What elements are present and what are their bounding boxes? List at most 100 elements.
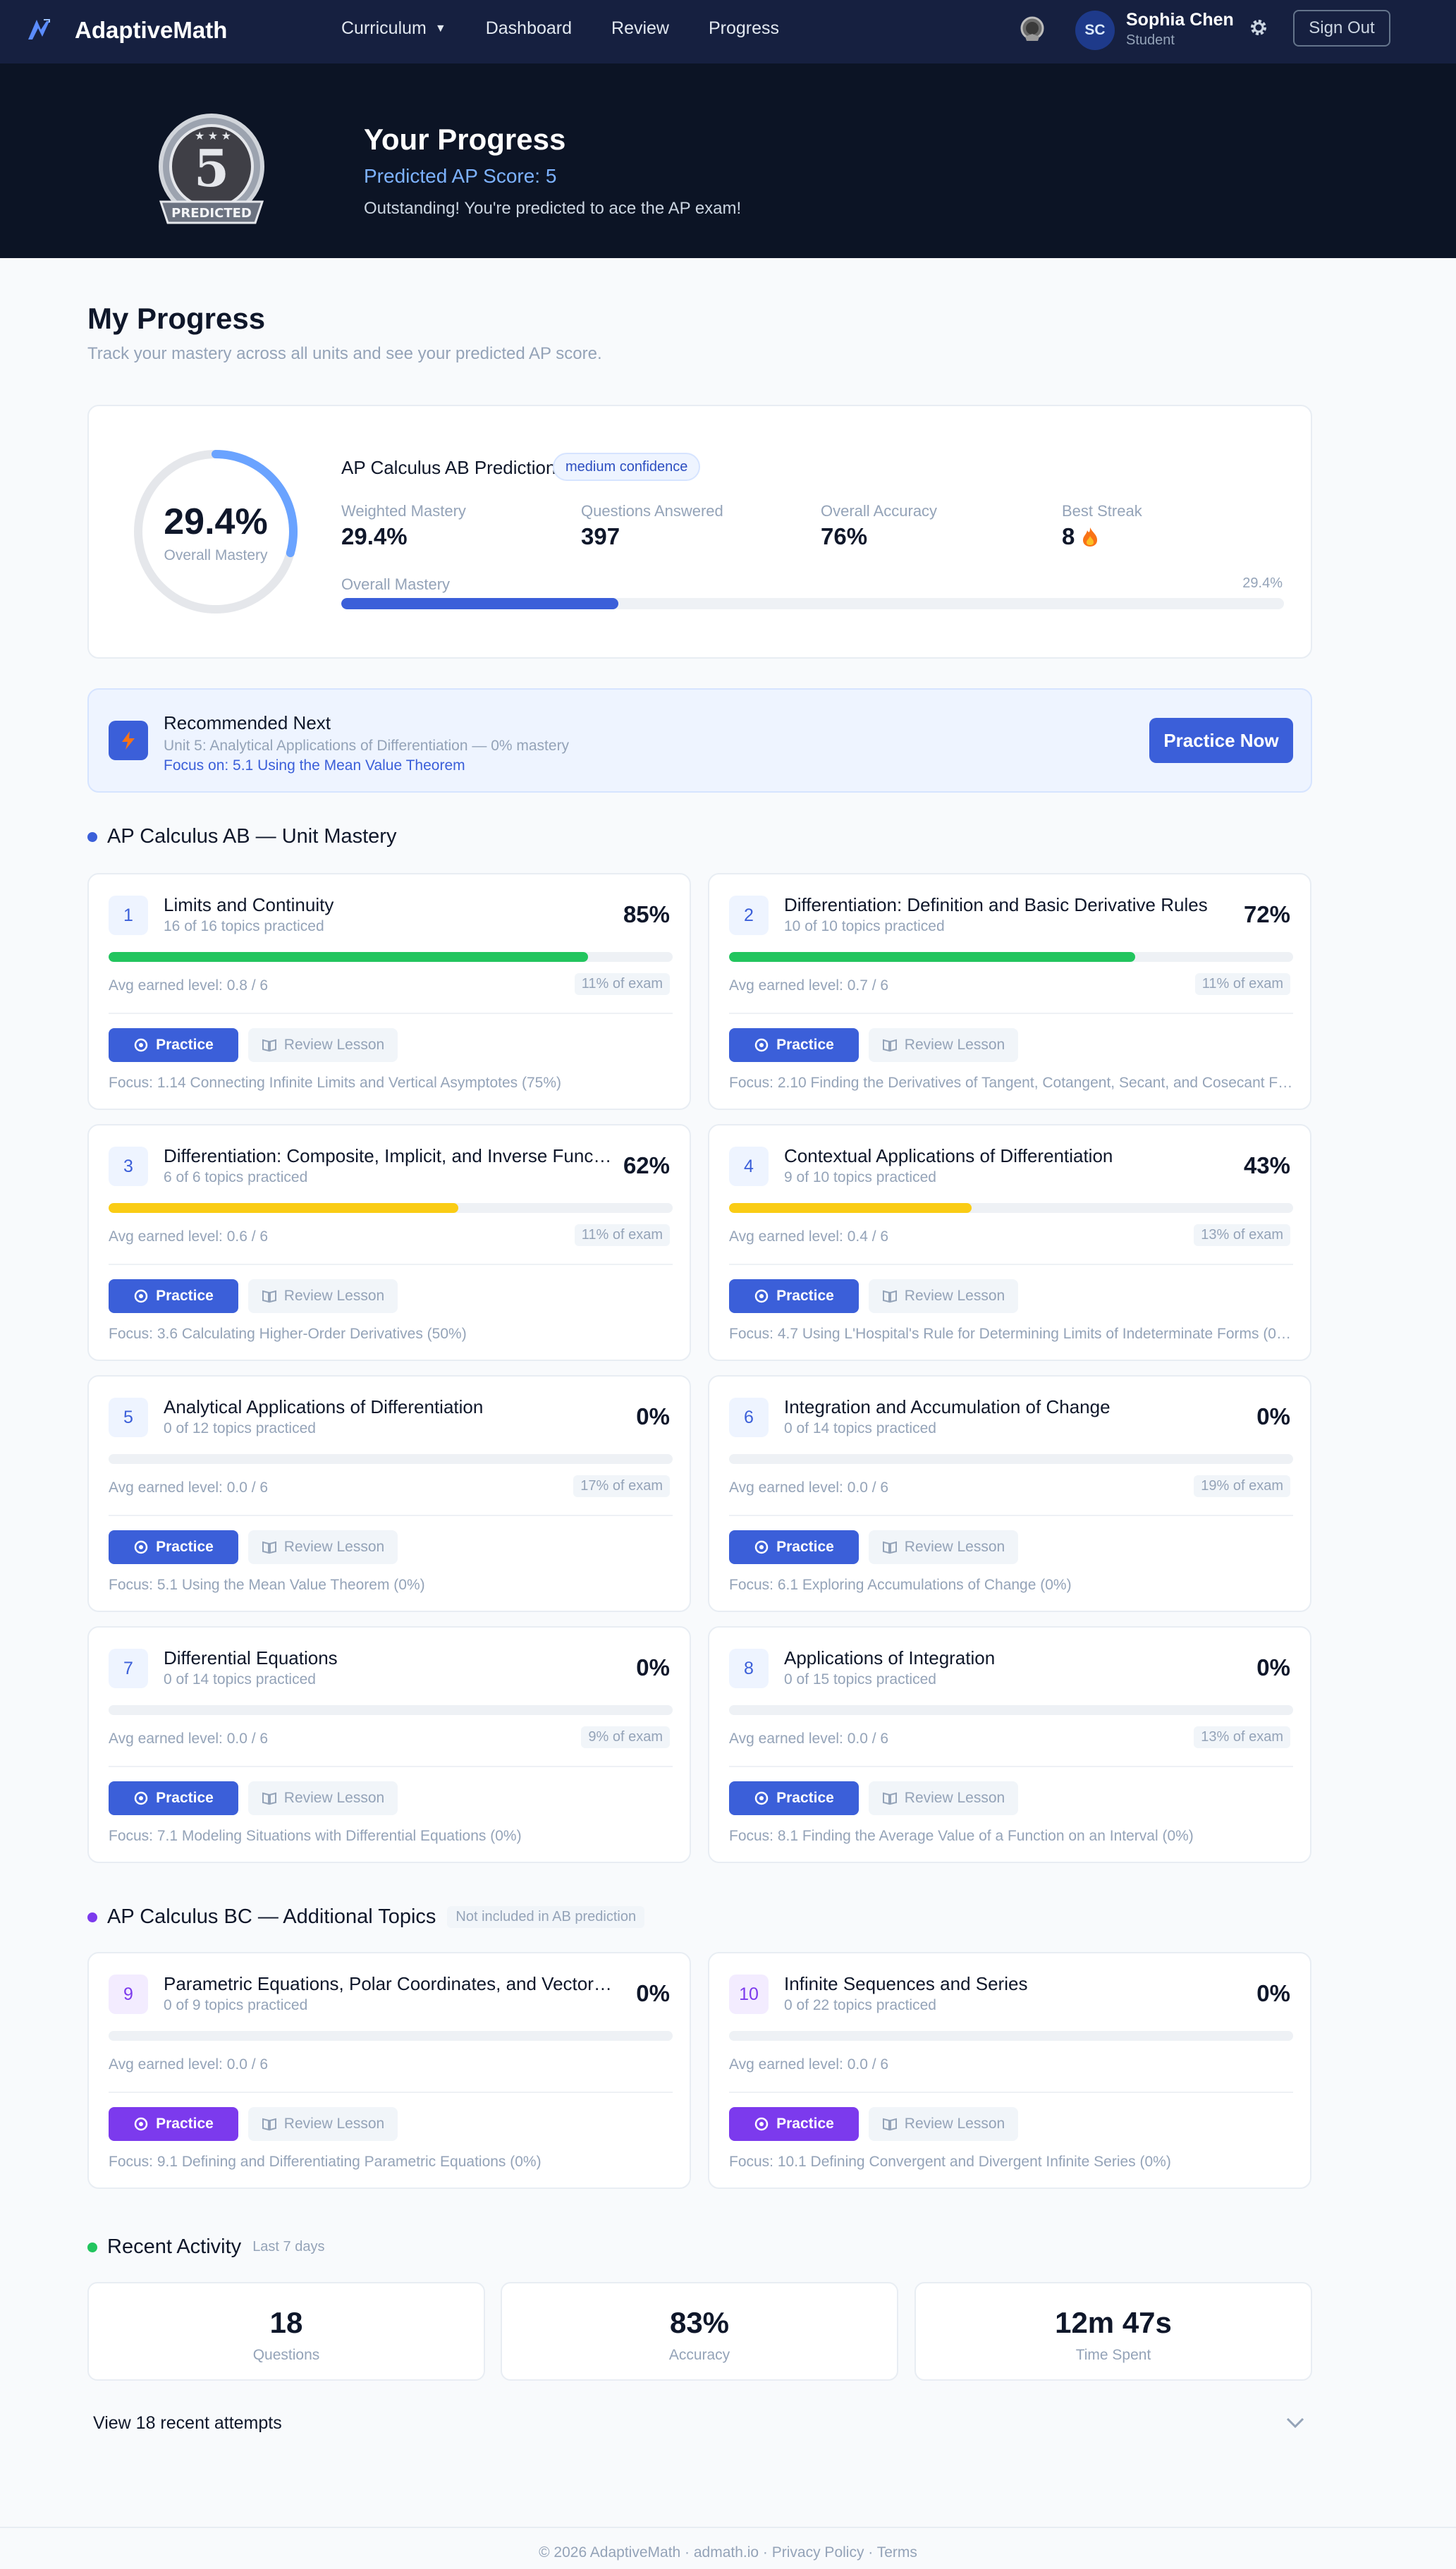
unit-avg-level: Avg earned level: 0.7 / 6 bbox=[729, 977, 889, 994]
unit-mastery-pct: 43% bbox=[1243, 1152, 1290, 1178]
unit-mastery-bar bbox=[109, 1705, 673, 1715]
review-lesson-button[interactable]: Review Lesson bbox=[248, 1279, 398, 1313]
section-title: AP Calculus AB — Unit Mastery bbox=[107, 825, 397, 848]
target-icon bbox=[134, 1791, 148, 1805]
unit-mastery-bar bbox=[109, 1454, 673, 1464]
unit-card: 7 Differential Equations 0 of 14 topics pr… bbox=[87, 1626, 691, 1863]
chevron-down-icon[interactable] bbox=[1285, 2412, 1306, 2433]
unit-avg-level: Avg earned level: 0.0 / 6 bbox=[109, 1731, 269, 1747]
avatar[interactable]: SC bbox=[1075, 11, 1115, 50]
divider bbox=[109, 1264, 673, 1265]
unit-avg-level: Avg earned level: 0.4 / 6 bbox=[729, 1228, 889, 1245]
nav-review[interactable]: Review bbox=[611, 18, 669, 39]
section-dot bbox=[87, 2242, 97, 2252]
recent-stat-value: 83% bbox=[669, 2306, 730, 2339]
recommended-focus[interactable]: Focus on: 5.1 Using the Mean Value Theor… bbox=[164, 757, 465, 774]
review-lesson-button[interactable]: Review Lesson bbox=[248, 1781, 398, 1815]
practice-button[interactable]: Practice bbox=[109, 1028, 238, 1062]
review-lesson-button[interactable]: Review Lesson bbox=[869, 1279, 1018, 1313]
section-dot bbox=[87, 1912, 97, 1922]
review-lesson-button[interactable]: Review Lesson bbox=[869, 1781, 1018, 1815]
target-icon bbox=[754, 1791, 769, 1805]
practice-now-button[interactable]: Practice Now bbox=[1149, 718, 1293, 763]
divider bbox=[109, 1515, 673, 1516]
unit-card: 9 Parametric Equations, Polar Coordinates… bbox=[87, 1952, 691, 2189]
unit-number: 4 bbox=[729, 1147, 769, 1186]
unit-card: 4 Contextual Applications of Differentiat… bbox=[708, 1124, 1311, 1361]
unit-mastery-pct: 0% bbox=[636, 1980, 670, 2006]
unit-mastery-fill bbox=[729, 952, 1135, 962]
logo-icon[interactable] bbox=[25, 16, 52, 42]
unit-exam-weight: 11% of exam bbox=[574, 1224, 670, 1246]
practice-button[interactable]: Practice bbox=[729, 2107, 859, 2141]
book-icon bbox=[262, 1039, 276, 1052]
unit-mastery-pct: 0% bbox=[1256, 1980, 1290, 2006]
unit-mastery-bar bbox=[729, 1203, 1293, 1213]
unit-mastery-bar bbox=[729, 952, 1293, 962]
unit-title: Analytical Applications of Differentiati… bbox=[164, 1396, 484, 1417]
unit-exam-weight: 13% of exam bbox=[1194, 1224, 1290, 1246]
unit-card: 8 Applications of Integration 0 of 15 topi… bbox=[708, 1626, 1311, 1863]
bolt-icon bbox=[109, 721, 148, 760]
unit-exam-weight: 11% of exam bbox=[1194, 973, 1290, 995]
nav-curriculum[interactable]: Curriculum ▼ bbox=[341, 18, 446, 39]
practice-button[interactable]: Practice bbox=[729, 1530, 859, 1564]
brand-name[interactable]: AdaptiveMath bbox=[75, 17, 227, 44]
unit-topics-practiced: 0 of 14 topics practiced bbox=[784, 1420, 936, 1436]
unit-mastery-bar bbox=[109, 1203, 673, 1213]
review-lesson-button[interactable]: Review Lesson bbox=[869, 2107, 1018, 2141]
practice-button[interactable]: Practice bbox=[109, 1781, 238, 1815]
unit-exam-weight: 13% of exam bbox=[1194, 1726, 1290, 1748]
best-streak: 8 bbox=[1062, 523, 1100, 550]
prediction-title: AP Calculus AB Prediction bbox=[341, 457, 556, 478]
target-icon bbox=[134, 2117, 148, 2131]
unit-mastery-bar bbox=[729, 2031, 1293, 2041]
unit-number: 5 bbox=[109, 1398, 148, 1437]
practice-button[interactable]: Practice bbox=[109, 1530, 238, 1564]
view-recent-attempts-toggle[interactable]: View 18 recent attempts bbox=[93, 2413, 282, 2434]
nav-dashboard[interactable]: Dashboard bbox=[486, 18, 572, 39]
review-lesson-button[interactable]: Review Lesson bbox=[248, 2107, 398, 2141]
unit-title: Parametric Equations, Polar Coordinates,… bbox=[164, 1973, 615, 1994]
unit-focus: Focus: 6.1 Exploring Accumulations of Ch… bbox=[729, 1577, 1072, 1593]
unit-avg-level: Avg earned level: 0.0 / 6 bbox=[729, 1479, 889, 1496]
achievement-badge-icon[interactable] bbox=[1018, 16, 1046, 44]
practice-button[interactable]: Practice bbox=[729, 1279, 859, 1313]
unit-number: 3 bbox=[109, 1147, 148, 1186]
predicted-score: Predicted AP Score: 5 bbox=[364, 165, 557, 187]
unit-exam-weight: 17% of exam bbox=[573, 1475, 670, 1497]
nav-links: Curriculum ▼ Dashboard Review Progress bbox=[341, 18, 819, 39]
review-lesson-button[interactable]: Review Lesson bbox=[248, 1530, 398, 1564]
unit-mastery-bar bbox=[109, 952, 673, 962]
review-lesson-button[interactable]: Review Lesson bbox=[248, 1028, 398, 1062]
hero-title: Your Progress bbox=[364, 123, 566, 156]
practice-button[interactable]: Practice bbox=[729, 1781, 859, 1815]
prediction-card: 29.4% Overall Mastery AP Calculus AB Pre… bbox=[87, 405, 1312, 659]
review-lesson-button[interactable]: Review Lesson bbox=[869, 1530, 1018, 1564]
unit-number: 2 bbox=[729, 896, 769, 935]
unit-mastery-fill bbox=[109, 1203, 458, 1213]
unit-number: 9 bbox=[109, 1975, 148, 2014]
unit-topics-practiced: 10 of 10 topics practiced bbox=[784, 918, 945, 934]
nav-progress[interactable]: Progress bbox=[709, 18, 779, 39]
unit-mastery-pct: 62% bbox=[623, 1152, 670, 1178]
practice-button[interactable]: Practice bbox=[729, 1028, 859, 1062]
practice-button[interactable]: Practice bbox=[109, 2107, 238, 2141]
stat-value: 397 bbox=[581, 523, 620, 549]
section-note: Last 7 days bbox=[252, 2239, 325, 2254]
unit-focus: Focus: 5.1 Using the Mean Value Theorem … bbox=[109, 1577, 425, 1593]
recent-stat-card: 18 Questions bbox=[87, 2282, 485, 2381]
unit-focus: Focus: 9.1 Defining and Differentiating … bbox=[109, 2154, 542, 2170]
unit-topics-practiced: 0 of 9 topics practiced bbox=[164, 1997, 308, 2013]
review-lesson-button[interactable]: Review Lesson bbox=[869, 1028, 1018, 1062]
unit-mastery-fill bbox=[729, 1203, 972, 1213]
target-icon bbox=[754, 1540, 769, 1554]
sign-out-button[interactable]: Sign Out bbox=[1293, 10, 1390, 47]
practice-button[interactable]: Practice bbox=[109, 1279, 238, 1313]
mastery-ring-value: 29.4% bbox=[164, 501, 268, 542]
target-icon bbox=[754, 2117, 769, 2131]
book-icon bbox=[882, 1039, 897, 1052]
gear-icon[interactable] bbox=[1248, 17, 1269, 38]
unit-topics-practiced: 0 of 12 topics practiced bbox=[164, 1420, 316, 1436]
book-icon bbox=[882, 2118, 897, 2131]
